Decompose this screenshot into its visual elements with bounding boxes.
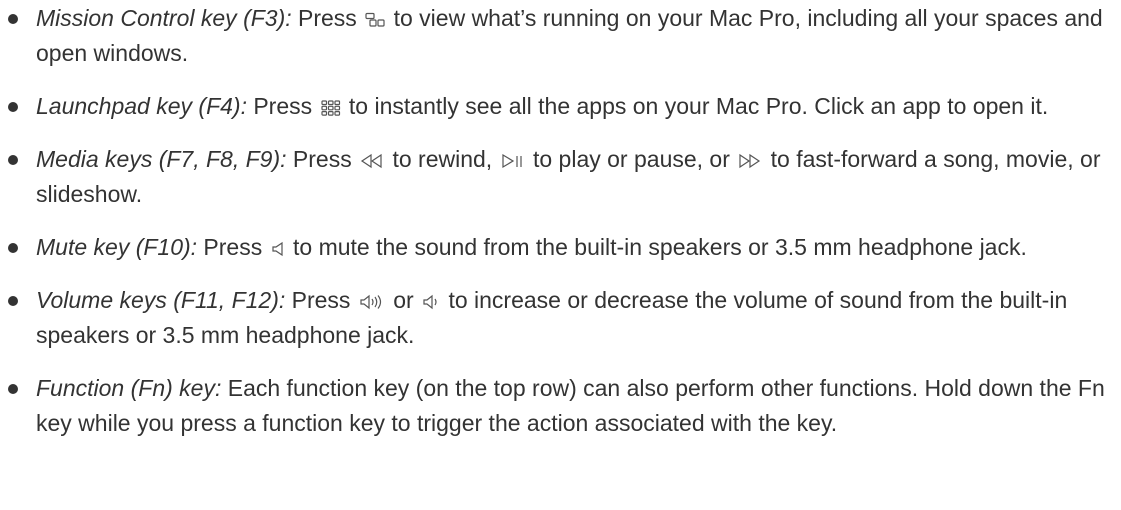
item-text: Press bbox=[286, 146, 359, 172]
mission-control-icon bbox=[365, 12, 385, 28]
item-text: or bbox=[386, 287, 421, 313]
item-term: Mission Control key (F3): bbox=[36, 5, 292, 31]
list-item: Mute key (F10): Press to mute the sound … bbox=[0, 230, 1121, 265]
bullet bbox=[8, 155, 18, 165]
item-term: Function (Fn) key: bbox=[36, 375, 222, 401]
list-item: Launchpad key (F4): Press to instantly s… bbox=[0, 89, 1121, 124]
play-pause-icon bbox=[501, 153, 525, 169]
bullet bbox=[8, 102, 18, 112]
list-item: Media keys (F7, F8, F9): Press to rewind… bbox=[0, 142, 1121, 212]
rewind-icon bbox=[360, 153, 384, 169]
bullet bbox=[8, 243, 18, 253]
item-text: Press bbox=[285, 287, 357, 313]
fast-forward-icon bbox=[738, 153, 762, 169]
item-term: Mute key (F10): bbox=[36, 234, 198, 260]
item-text: to play or pause, or bbox=[526, 146, 737, 172]
list-item: Volume keys (F11, F12): Press or to incr… bbox=[0, 283, 1121, 353]
list-item: Mission Control key (F3): Press to view … bbox=[0, 1, 1121, 71]
mute-icon bbox=[271, 241, 285, 257]
item-term: Media keys (F7, F8, F9): bbox=[36, 146, 287, 172]
volume-down-icon bbox=[422, 294, 440, 310]
bullet bbox=[8, 14, 18, 24]
item-term: Volume keys (F11, F12): bbox=[36, 287, 286, 313]
item-text: Press bbox=[197, 234, 269, 260]
bullet bbox=[8, 296, 18, 306]
volume-up-icon bbox=[359, 294, 385, 310]
launchpad-icon bbox=[320, 100, 341, 116]
function-keys-list: Mission Control key (F3): Press to view … bbox=[0, 1, 1121, 459]
item-text: Press bbox=[246, 93, 319, 119]
item-text: to rewind, bbox=[386, 146, 499, 172]
item-text: to instantly see all the apps on your Ma… bbox=[342, 93, 1049, 119]
item-text: to mute the sound from the built-in spea… bbox=[286, 234, 1027, 260]
list-item: Function (Fn) key: Each function key (on… bbox=[0, 371, 1121, 441]
item-term: Launchpad key (F4): bbox=[36, 93, 247, 119]
item-text: Press bbox=[291, 5, 364, 31]
bullet bbox=[8, 384, 18, 394]
